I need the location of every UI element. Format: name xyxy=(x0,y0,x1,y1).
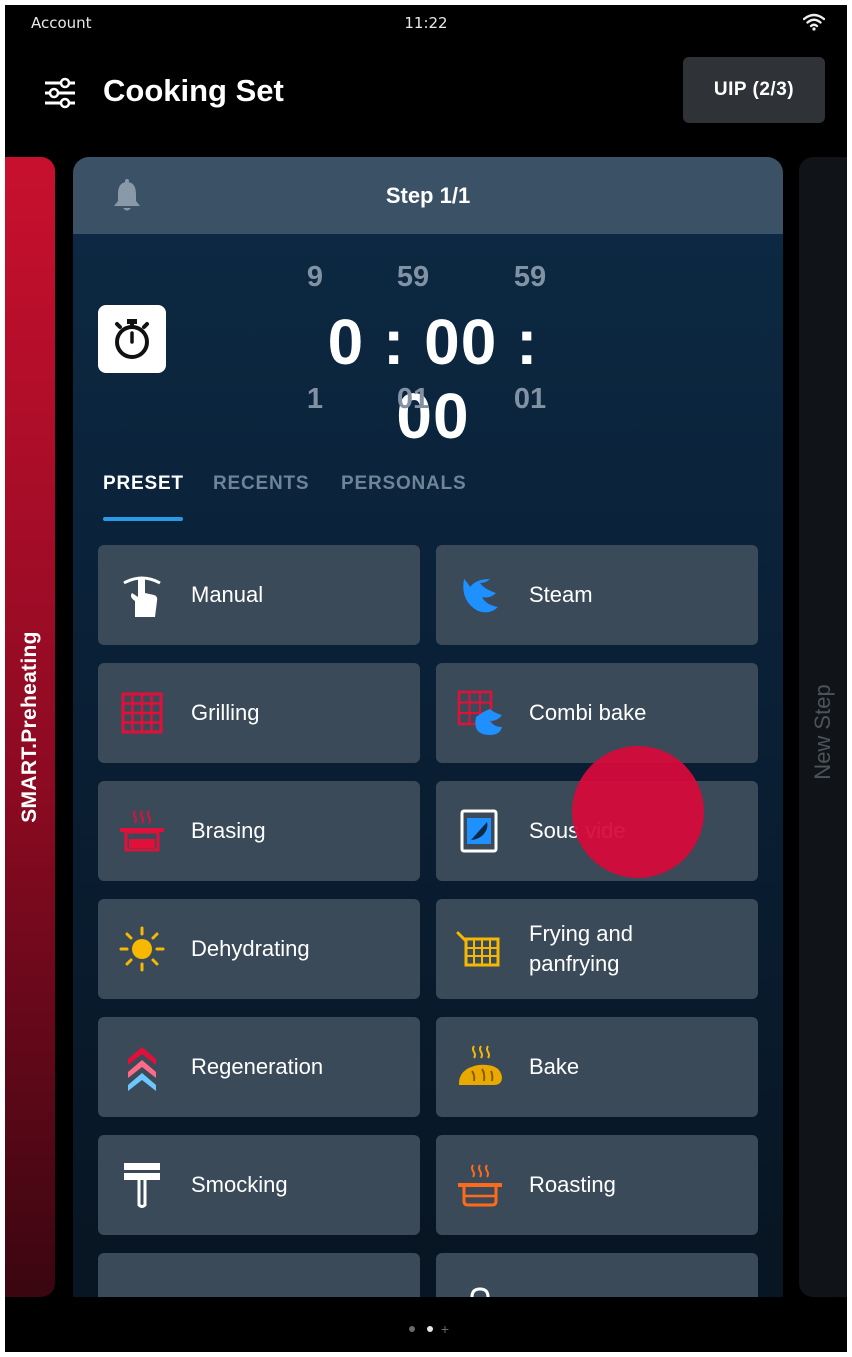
new-step-label: New Step xyxy=(810,684,835,780)
preset-label: Dehydrating xyxy=(191,936,310,962)
device-screen: Account 11:22 Cooking Set UIP (2/3) SMAR… xyxy=(5,5,847,1352)
step-card: Step 1/1 9 59 59 0 : 00 : 00 1 01 01 PRE… xyxy=(73,157,783,1297)
combi-bake-icon xyxy=(457,690,502,735)
tab-preset[interactable]: PRESET xyxy=(103,473,184,495)
steam-icon xyxy=(463,579,498,613)
add-page-icon[interactable]: + xyxy=(441,1321,449,1337)
preset-frying[interactable]: Frying and panfrying xyxy=(436,899,758,999)
touch-indicator xyxy=(572,746,704,878)
bell-icon[interactable] xyxy=(111,179,143,213)
frying-basket-icon xyxy=(456,931,500,967)
regeneration-chevrons-icon xyxy=(128,1047,156,1091)
preset-label: Grilling xyxy=(191,700,260,726)
preset-partial-left[interactable] xyxy=(98,1253,420,1297)
braising-pot-icon xyxy=(120,810,164,852)
preset-label: Steam xyxy=(529,582,593,608)
tab-recents[interactable]: RECENTS xyxy=(213,473,309,495)
hours-down-value[interactable]: 1 xyxy=(270,383,360,416)
preset-label: Manual xyxy=(191,582,264,608)
smart-preheating-panel[interactable]: SMART.Preheating xyxy=(5,157,55,1297)
preset-label: Bake xyxy=(529,1054,580,1080)
tab-personals[interactable]: PERSONALS xyxy=(341,473,466,495)
timer-display[interactable]: 0 : 00 : 00 xyxy=(283,305,583,453)
preset-grilling[interactable]: Grilling xyxy=(98,663,420,763)
preset-manual[interactable]: Manual xyxy=(98,545,420,645)
grill-icon xyxy=(121,692,163,734)
preset-smocking[interactable]: Smocking xyxy=(98,1135,420,1235)
minutes-up-value[interactable]: 59 xyxy=(368,261,458,294)
preset-bake[interactable]: Bake xyxy=(436,1017,758,1117)
smoking-icon xyxy=(124,1163,160,1208)
wifi-icon xyxy=(803,13,825,31)
settings-sliders-icon[interactable] xyxy=(43,77,77,109)
active-tab-indicator xyxy=(103,517,183,521)
step-label: Step 1/1 xyxy=(385,182,471,208)
preset-partial-right[interactable] xyxy=(436,1253,758,1297)
clock: 11:22 xyxy=(404,14,448,32)
preset-label: Smocking xyxy=(191,1172,288,1198)
new-step-panel[interactable]: New Step xyxy=(799,157,847,1297)
roasting-pan-icon xyxy=(458,1164,502,1207)
page-title: Cooking Set xyxy=(103,73,284,108)
preset-label: Frying and panfrying xyxy=(529,921,633,976)
preset-roasting[interactable]: Roasting xyxy=(436,1135,758,1235)
stopwatch-icon[interactable] xyxy=(98,305,166,373)
preset-label: Brasing xyxy=(191,818,266,844)
seconds-up-value[interactable]: 59 xyxy=(485,261,575,294)
page-dot-active[interactable] xyxy=(426,1325,433,1332)
lock-icon xyxy=(470,1287,490,1297)
preset-brasing[interactable]: Brasing xyxy=(98,781,420,881)
page-dot[interactable] xyxy=(408,1325,415,1332)
seconds-down-value[interactable]: 01 xyxy=(485,383,575,416)
preset-regeneration[interactable]: Regeneration xyxy=(98,1017,420,1117)
preset-steam[interactable]: Steam xyxy=(436,545,758,645)
wave-icon xyxy=(118,1279,166,1297)
preset-label: Regeneration xyxy=(191,1054,324,1080)
bread-icon xyxy=(458,1045,502,1085)
smart-preheating-label: SMART.Preheating xyxy=(18,631,41,823)
hand-pointer-icon xyxy=(123,576,161,617)
hours-up-value[interactable]: 9 xyxy=(270,261,360,294)
preset-dehydrating[interactable]: Dehydrating xyxy=(98,899,420,999)
uip-button[interactable]: UIP (2/3) xyxy=(683,57,825,123)
page-indicator[interactable]: + xyxy=(5,1320,847,1338)
preset-label: Roasting xyxy=(529,1172,616,1198)
sun-icon xyxy=(119,926,165,972)
preset-combi-bake[interactable]: Combi bake xyxy=(436,663,758,763)
sous-vide-icon xyxy=(460,809,498,853)
minutes-down-value[interactable]: 01 xyxy=(368,383,458,416)
step-header: Step 1/1 xyxy=(73,157,783,234)
